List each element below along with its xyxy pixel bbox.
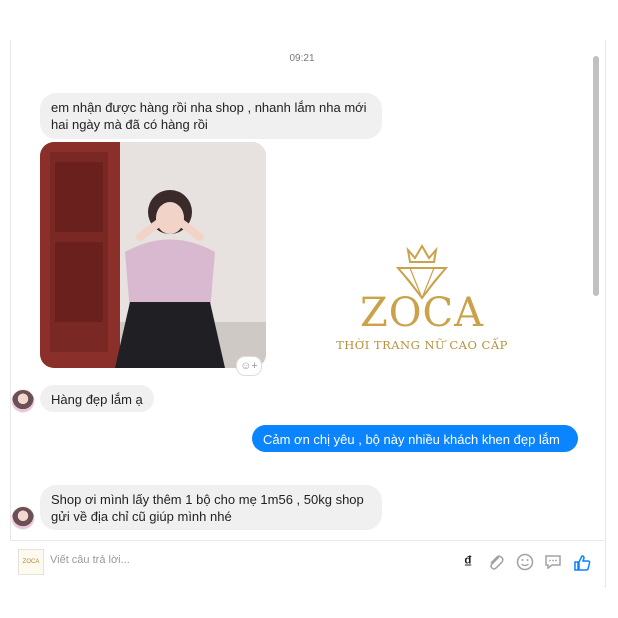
message-text: Hàng đẹp lắm ạ	[51, 392, 143, 407]
react-icon[interactable]: ☺+	[236, 356, 262, 376]
like-icon[interactable]	[572, 553, 592, 573]
outgoing-message[interactable]: Cảm ơn chị yêu , bộ này nhiều khách khen…	[252, 425, 578, 464]
message-line: Shop ơi mình lấy thêm 1 bộ cho mẹ 1m56 ,…	[51, 492, 364, 507]
incoming-message[interactable]: Hàng đẹp lắm ạ	[40, 385, 154, 412]
reply-input[interactable]: Viết câu trả lời...	[50, 554, 130, 566]
shop-avatar: ZOCA	[18, 549, 44, 575]
paperclip-icon[interactable]	[486, 553, 506, 573]
emoji-icon[interactable]	[515, 553, 535, 573]
brand-logo: ZOCA THỜI TRANG NỮ CAO CẤP	[322, 240, 522, 360]
scrollbar[interactable]	[593, 56, 599, 296]
dong-icon[interactable]: ₫	[458, 553, 478, 573]
photo-message[interactable]	[40, 142, 266, 368]
quick-reply-icon[interactable]	[543, 553, 563, 573]
customer-avatar	[11, 389, 35, 413]
message-line: gửi về địa chỉ cũ giúp mình nhé	[51, 509, 232, 524]
message-line: hai ngày mà đã có hàng rồi	[51, 117, 208, 132]
message-timestamp: 09:21	[289, 53, 315, 64]
incoming-message[interactable]: em nhận được hàng rồi nha shop , nhanh l…	[40, 93, 382, 139]
customer-photo	[40, 142, 266, 368]
customer-avatar	[11, 506, 35, 530]
message-line: em nhận được hàng rồi nha shop , nhanh l…	[51, 100, 367, 115]
brand-name: ZOCA	[359, 290, 485, 336]
brand-tagline: THỜI TRANG NỮ CAO CẤP	[336, 338, 508, 352]
incoming-message[interactable]: Shop ơi mình lấy thêm 1 bộ cho mẹ 1m56 ,…	[40, 485, 382, 530]
